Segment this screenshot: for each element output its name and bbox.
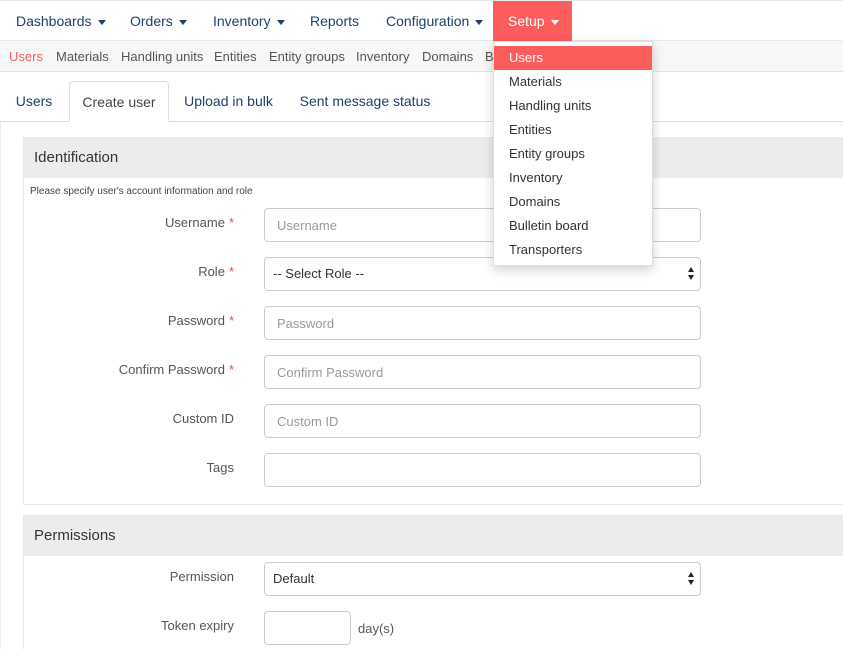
menu-item-transporters[interactable]: Transporters: [494, 238, 652, 262]
nav-orders[interactable]: Orders: [115, 1, 202, 41]
tab-sent-message-status[interactable]: Sent message status: [290, 81, 440, 122]
tab-upload-in-bulk[interactable]: Upload in bulk: [172, 81, 285, 122]
permissions-title: Permissions: [24, 516, 843, 556]
custom-id-label: Custom ID: [172, 411, 234, 426]
subnav-handling-units[interactable]: Handling units: [121, 41, 203, 72]
token-expiry-unit: day(s): [358, 621, 395, 636]
subnav-inventory[interactable]: Inventory: [356, 41, 409, 72]
required-marker: *: [228, 313, 234, 328]
subnav-entities[interactable]: Entities: [214, 41, 257, 72]
create-user-form: Identification Please specify user's acc…: [0, 122, 843, 649]
caret-down-icon: [475, 19, 484, 25]
setup-dropdown-menu: Users Materials Handling units Entities …: [493, 41, 653, 266]
setup-subnav: Users Materials Handling units Entities …: [0, 41, 843, 72]
permissions-panel: Permissions Permission Default Token exp…: [23, 515, 843, 649]
menu-item-users[interactable]: Users: [494, 46, 652, 70]
identification-panel: Identification Please specify user's acc…: [23, 137, 843, 505]
nav-setup[interactable]: Setup: [493, 1, 572, 41]
caret-down-icon: [550, 19, 559, 25]
token-expiry-input[interactable]: [264, 611, 351, 645]
confirm-password-label: Confirm Password *: [118, 362, 234, 377]
identification-title: Identification: [24, 138, 843, 178]
top-navbar: Dashboards Orders Inventory Reports Conf…: [0, 0, 843, 41]
confirm-password-input[interactable]: [264, 355, 701, 389]
tags-label: Tags: [206, 460, 234, 475]
required-marker: *: [228, 362, 234, 377]
select-arrows-icon: [688, 267, 694, 281]
nav-configuration[interactable]: Configuration: [371, 1, 498, 41]
subnav-users[interactable]: Users: [9, 41, 43, 72]
menu-item-entities[interactable]: Entities: [494, 118, 652, 142]
identification-hint: Please specify user's account informatio…: [30, 186, 253, 197]
username-label: Username *: [164, 215, 234, 230]
select-arrows-icon: [688, 572, 694, 586]
tab-create-user[interactable]: Create user: [69, 81, 169, 122]
role-label: Role *: [198, 264, 234, 279]
nav-dashboards[interactable]: Dashboards: [1, 1, 121, 41]
menu-item-materials[interactable]: Materials: [494, 70, 652, 94]
permission-select[interactable]: Default: [264, 562, 701, 596]
caret-down-icon: [178, 19, 187, 25]
password-label: Password *: [167, 313, 234, 328]
password-input[interactable]: [264, 306, 701, 340]
tab-users[interactable]: Users: [3, 81, 65, 122]
tags-input[interactable]: [264, 453, 701, 487]
menu-item-domains[interactable]: Domains: [494, 190, 652, 214]
token-expiry-label: Token expiry: [161, 618, 234, 633]
required-marker: *: [228, 264, 234, 279]
menu-item-entity-groups[interactable]: Entity groups: [494, 142, 652, 166]
subnav-entity-groups[interactable]: Entity groups: [269, 41, 345, 72]
menu-item-bulletin-board[interactable]: Bulletin board: [494, 214, 652, 238]
user-tabs: Users Create user Upload in bulk Sent me…: [0, 81, 843, 122]
nav-inventory[interactable]: Inventory: [198, 1, 300, 41]
required-marker: *: [228, 215, 234, 230]
menu-item-inventory[interactable]: Inventory: [494, 166, 652, 190]
subnav-domains[interactable]: Domains: [422, 41, 473, 72]
menu-item-handling-units[interactable]: Handling units: [494, 94, 652, 118]
caret-down-icon: [97, 19, 106, 25]
custom-id-input[interactable]: [264, 404, 701, 438]
subnav-materials[interactable]: Materials: [56, 41, 109, 72]
nav-reports[interactable]: Reports: [295, 1, 374, 41]
permission-label: Permission: [169, 569, 234, 584]
caret-down-icon: [276, 19, 285, 25]
